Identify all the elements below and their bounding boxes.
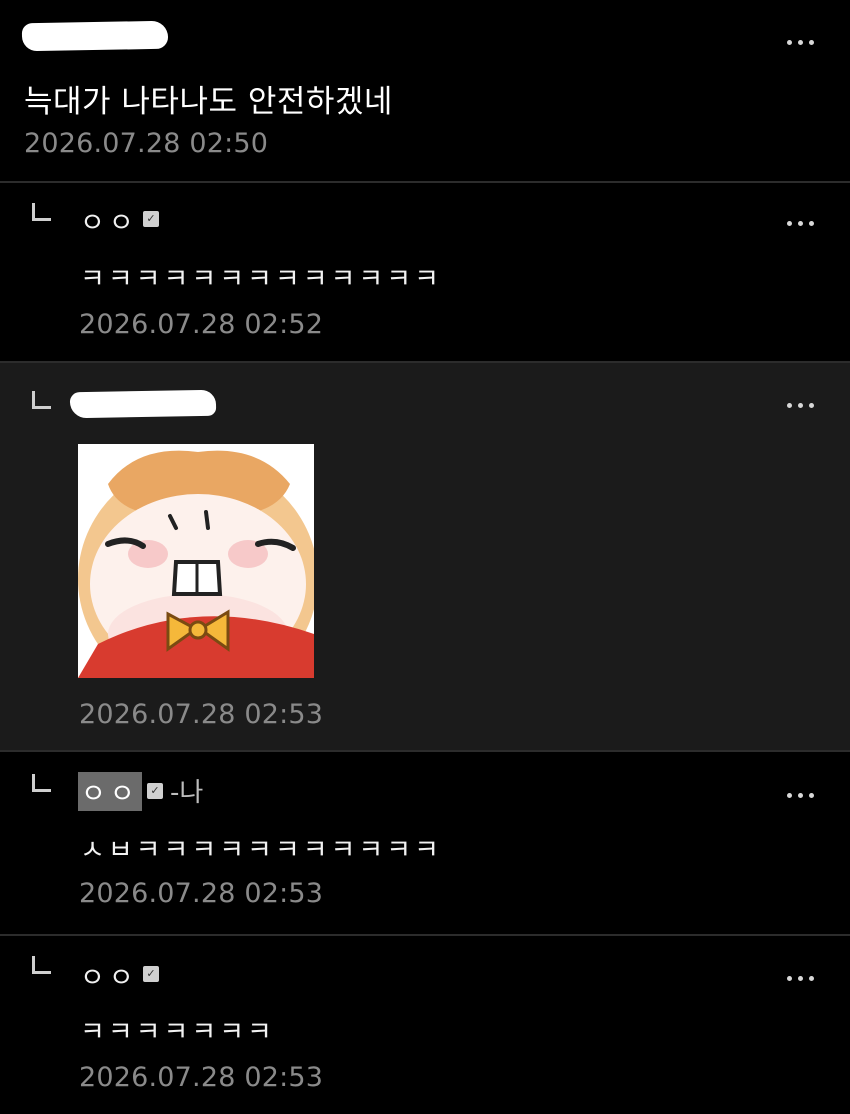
more-icon (786, 792, 792, 798)
comment-item: ㅇㅇ ✓ ㅋㅋㅋㅋㅋㅋㅋ 2026.07.28 02:53 (0, 936, 850, 1114)
comment-nick-mine[interactable]: ㅇㅇ (78, 772, 142, 811)
comment-time: 2026.07.28 02:53 (79, 699, 324, 730)
comment-more-button[interactable] (780, 968, 820, 988)
more-icon (786, 39, 792, 45)
comment-time: 2026.07.28 02:52 (79, 309, 324, 340)
comment-more-button[interactable] (780, 213, 820, 233)
post-text: 늑대가 나타나도 안전하겠네 (24, 84, 393, 120)
fixed-nick-badge-icon: ✓ (147, 783, 163, 799)
comment-item: ㅇㅇ ✓ -나 ㅅㅂㅋㅋㅋㅋㅋㅋㅋㅋㅋㅋㅋ 2026.07.28 02:53 (0, 752, 850, 934)
reply-arrow-icon (32, 774, 51, 792)
more-icon (786, 220, 792, 226)
post-time: 2026.07.28 02:50 (24, 128, 269, 159)
my-comment-suffix: -나 (170, 778, 204, 808)
fixed-nick-badge-icon: ✓ (143, 211, 159, 227)
comment-time: 2026.07.28 02:53 (79, 878, 324, 909)
comment-time: 2026.07.28 02:53 (79, 1062, 324, 1093)
comment-more-button[interactable] (780, 785, 820, 805)
post-header: 늑대가 나타나도 안전하겠네 2026.07.28 02:50 (0, 0, 850, 181)
reply-arrow-icon (32, 956, 51, 974)
comment-nick[interactable]: ㅇㅇ (80, 956, 138, 995)
hamster-sticker-drawing (78, 450, 314, 678)
comment-item: ㅇㅇ ✓ ㅋㅋㅋㅋㅋㅋㅋㅋㅋㅋㅋㅋㅋ 2026.07.28 02:52 (0, 183, 850, 361)
hamster-sticker-image[interactable] (78, 444, 314, 678)
post-more-button[interactable] (780, 32, 820, 52)
comment-text: ㅋㅋㅋㅋㅋㅋㅋ (80, 1017, 275, 1048)
comment-text: ㅋㅋㅋㅋㅋㅋㅋㅋㅋㅋㅋㅋㅋ (80, 264, 442, 295)
redacted-author (69, 389, 217, 419)
redacted-author (21, 20, 169, 52)
reply-arrow-icon (32, 391, 51, 409)
comment-more-button[interactable] (780, 395, 820, 415)
comment-text: ㅅㅂㅋㅋㅋㅋㅋㅋㅋㅋㅋㅋㅋ (80, 835, 442, 866)
more-icon (786, 402, 792, 408)
fixed-nick-badge-icon: ✓ (143, 966, 159, 982)
more-icon (786, 975, 792, 981)
comment-thread: 늑대가 나타나도 안전하겠네 2026.07.28 02:50 ㅇㅇ ✓ ㅋㅋㅋ… (0, 0, 850, 1114)
comment-nick[interactable]: ㅇㅇ (80, 201, 138, 240)
reply-arrow-icon (32, 203, 51, 221)
